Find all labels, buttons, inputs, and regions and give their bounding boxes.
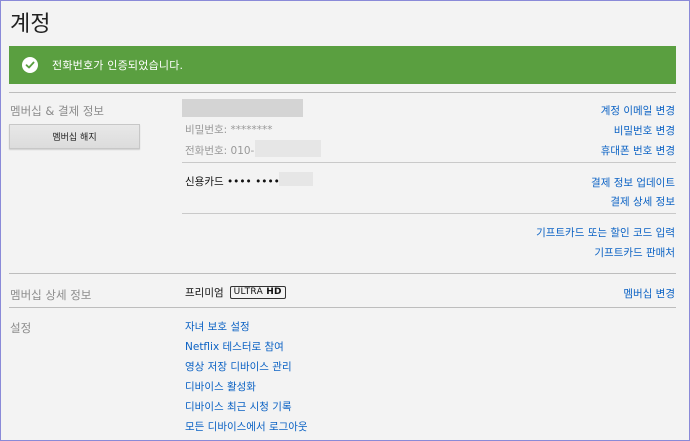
check-circle-icon <box>22 57 38 73</box>
membership-section-label: 멤버십 & 결제 정보 <box>10 104 104 118</box>
parental-controls-link[interactable]: 자녀 보호 설정 <box>185 319 250 334</box>
sign-out-all-link[interactable]: 모든 디바이스에서 로그아웃 <box>185 419 308 434</box>
banner-message: 전화번호가 인증되었습니다. <box>52 59 184 72</box>
ultra-hd-badge: ULTRA HD <box>229 286 286 299</box>
test-participation-link[interactable]: Netflix 테스터로 참여 <box>185 339 284 354</box>
plan-info: 프리미엄 ULTRA HD <box>185 285 286 300</box>
divider <box>182 162 676 163</box>
change-password-link[interactable]: 비밀번호 변경 <box>614 123 675 138</box>
change-phone-link[interactable]: 휴대폰 번호 변경 <box>601 143 675 158</box>
divider <box>9 92 676 93</box>
card-redacted <box>279 172 313 186</box>
change-plan-link[interactable]: 멤버십 변경 <box>623 286 675 301</box>
cancel-membership-button[interactable]: 멤버십 해지 <box>9 124 140 149</box>
page-title: 계정 <box>10 12 51 37</box>
settings-section-label: 설정 <box>10 321 32 335</box>
change-email-link[interactable]: 계정 이메일 변경 <box>601 103 675 118</box>
redeem-gift-link[interactable]: 기프트카드 또는 할인 코드 입력 <box>536 225 675 240</box>
gift-retailers-link[interactable]: 기프트카드 판매처 <box>594 245 675 260</box>
divider <box>9 273 676 274</box>
payment-details-link[interactable]: 결제 상세 정보 <box>610 194 675 209</box>
success-banner: 전화번호가 인증되었습니다. <box>9 46 676 84</box>
divider <box>9 307 676 308</box>
phone-text: 전화번호: 010- <box>185 145 255 157</box>
phone-redacted <box>255 140 321 157</box>
password-text: 비밀번호: ******** <box>185 124 273 136</box>
badge-ultra: ULTRA <box>233 287 264 297</box>
activate-device-link[interactable]: 디바이스 활성화 <box>185 379 256 394</box>
divider <box>182 213 676 214</box>
recent-streaming-link[interactable]: 디바이스 최근 시청 기록 <box>185 399 292 414</box>
email-redacted <box>182 99 303 117</box>
badge-hd: HD <box>266 287 282 297</box>
download-devices-link[interactable]: 영상 저장 디바이스 관리 <box>185 359 292 374</box>
plan-name: 프리미엄 <box>185 287 224 299</box>
update-payment-link[interactable]: 결제 정보 업데이트 <box>591 175 675 190</box>
plan-section-label: 멤버십 상세 정보 <box>10 288 92 302</box>
